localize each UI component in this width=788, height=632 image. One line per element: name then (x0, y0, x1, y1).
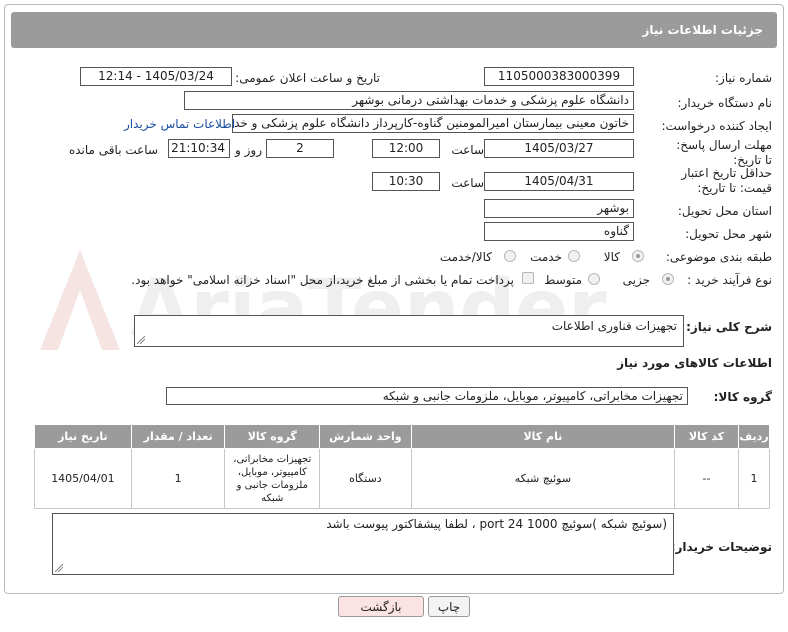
col-group: گروه کالا (224, 424, 321, 449)
process-option-medium: متوسط (544, 273, 582, 287)
province-label: استان محل تحویل: (677, 204, 772, 218)
summary-textarea[interactable]: تجهیزات فناوری اطلاعات (134, 315, 684, 347)
summary-label: شرح کلی نیاز: (686, 320, 772, 334)
buyer-contact-link[interactable]: اطلاعات تماس خریدار (124, 117, 235, 131)
days-label: روز و (235, 143, 262, 157)
city-label: شهر محل تحویل: (685, 227, 772, 241)
panel-title: جزئیات اطلاعات نیاز (11, 12, 777, 48)
cell-name: سوئیچ شبکه (410, 448, 676, 509)
need-number-field: 1105000383000399 (484, 67, 634, 86)
col-row: ردیف (737, 424, 771, 449)
deadline-label: مهلت ارسال پاسخ: تا تاریخ: (676, 138, 772, 167)
deadline-time-field: 12:00 (372, 139, 440, 158)
deadline-hour-label: ساعت (451, 143, 484, 157)
announce-label: تاریخ و ساعت اعلان عمومی: (235, 71, 380, 85)
category-option-goods: کالا (603, 250, 620, 264)
remaining-label: ساعت باقی مانده (68, 143, 158, 157)
col-date: تاریخ نیاز (34, 424, 132, 449)
cell-qty: 1 (130, 448, 226, 509)
min-price-label: حداقل تاریخ اعتبار قیمت: تا تاریخ: (681, 166, 772, 195)
remaining-time-field: 21:10:34 (168, 139, 230, 158)
goods-table-header: ردیف کد کالا نام کالا واحد شمارش گروه کا… (34, 424, 771, 449)
treasury-payment-checkbox[interactable] (522, 272, 534, 284)
process-radio-medium[interactable] (588, 273, 600, 285)
category-radio-service[interactable] (568, 250, 580, 262)
need-number-label: شماره نیاز: (715, 71, 772, 85)
category-option-goods-service: کالا/خدمت (439, 250, 492, 264)
summary-value: تجهیزات فناوری اطلاعات (551, 319, 677, 333)
buyer-notes-value: (سوئیچ شبکه )سوئیچ 1000 port 24 ، لطفا پ… (326, 517, 667, 531)
resize-grip-icon (137, 336, 145, 344)
table-row: 1 -- سوئیچ شبکه دستگاه تجهیزات مخابراتی،… (34, 448, 771, 509)
buyer-org-field: دانشگاه علوم پزشکی و خدمات بهداشتی درمان… (184, 91, 634, 110)
cell-date: 1405/04/01 (34, 448, 132, 509)
col-unit: واحد شمارش (319, 424, 412, 449)
goods-table: ردیف کد کالا نام کالا واحد شمارش گروه کا… (34, 424, 771, 509)
buyer-notes-label: توضیحات خریدار: (670, 540, 772, 554)
cell-group: تجهیزات مخابراتی، کامپیوتر، موبایل، ملزو… (224, 448, 321, 509)
deadline-date-field: 1405/03/27 (484, 139, 634, 158)
category-radio-goods-service[interactable] (504, 250, 516, 262)
process-option-minor: جزیی (622, 273, 650, 287)
min-price-time-field: 10:30 (372, 172, 440, 191)
province-field: بوشهر (484, 199, 634, 218)
cell-row: 1 (737, 448, 771, 509)
col-name: نام کالا (410, 424, 676, 449)
process-label: نوع فرآیند خرید : (687, 273, 772, 287)
col-code: کد کالا (674, 424, 739, 449)
resize-grip-icon (55, 564, 63, 572)
min-price-hour-label: ساعت (451, 176, 484, 190)
back-button[interactable]: بازگشت (338, 596, 424, 617)
goods-group-label: گروه کالا: (713, 390, 772, 404)
print-button[interactable]: چاپ (428, 596, 470, 617)
category-radio-goods[interactable] (632, 250, 644, 262)
treasury-payment-note: پرداخت تمام یا بخشی از مبلغ خرید،از محل … (131, 273, 514, 287)
announce-field: 1405/03/24 - 12:14 (80, 67, 232, 86)
process-radio-minor[interactable] (662, 273, 674, 285)
goods-group-field: تجهیزات مخابراتی، کامپیوتر، موبایل، ملزو… (166, 387, 688, 405)
min-price-date-field: 1405/04/31 (484, 172, 634, 191)
cell-unit: دستگاه (319, 448, 412, 509)
creator-label: ایجاد کننده درخواست: (661, 119, 772, 133)
creator-field: خاتون معینی بیمارستان امیرالمومنین گناوه… (232, 114, 634, 133)
city-field: گناوه (484, 222, 634, 241)
buyer-notes-textarea[interactable]: (سوئیچ شبکه )سوئیچ 1000 port 24 ، لطفا پ… (52, 513, 674, 575)
category-label: طبقه بندی موضوعی: (665, 250, 772, 264)
col-qty: تعداد / مقدار (130, 424, 226, 449)
buyer-org-label: نام دستگاه خریدار: (677, 96, 773, 110)
category-option-service: خدمت (530, 250, 562, 264)
days-field: 2 (266, 139, 334, 158)
goods-section-title: اطلاعات کالاهای مورد نیاز (617, 356, 772, 370)
cell-code: -- (674, 448, 739, 509)
